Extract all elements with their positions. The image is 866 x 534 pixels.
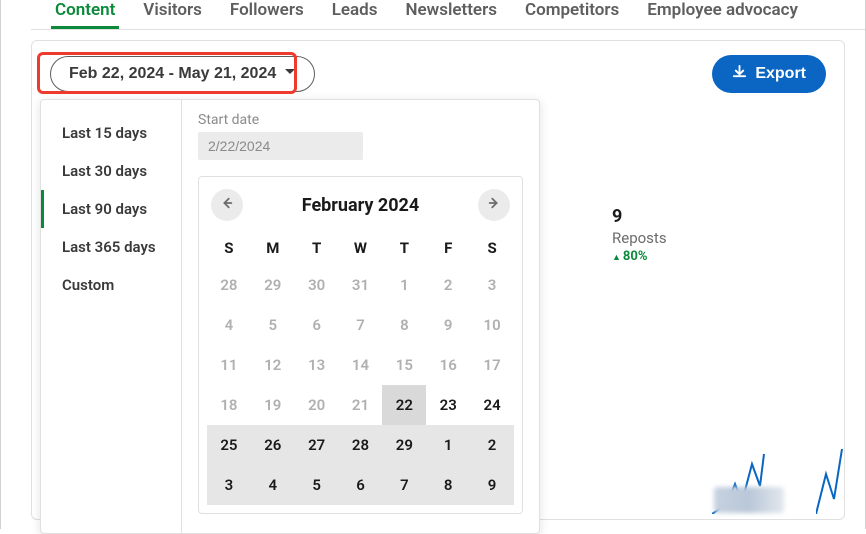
calendar-day[interactable]: 20 — [295, 385, 339, 425]
calendar-prev-button[interactable] — [211, 189, 243, 221]
date-range-label: Feb 22, 2024 - May 21, 2024 — [69, 65, 276, 83]
dow: T — [295, 231, 339, 265]
calendar-next-button[interactable] — [478, 189, 510, 221]
tab-employee-advocacy[interactable]: Employee advocacy — [647, 0, 798, 28]
calendar-day[interactable]: 4 — [251, 465, 295, 505]
calendar-day[interactable]: 2 — [426, 265, 470, 305]
calendar-day[interactable]: 29 — [251, 265, 295, 305]
calendar-day[interactable]: 14 — [339, 345, 383, 385]
calendar-month-title: February 2024 — [302, 195, 419, 216]
calendar-day[interactable]: 4 — [207, 305, 251, 345]
tab-visitors[interactable]: Visitors — [143, 0, 202, 28]
reposts-metric: 9 Reposts 80% — [612, 206, 667, 264]
calendar-dow-row: S M T W T F S — [207, 231, 514, 265]
tab-content[interactable]: Content — [55, 0, 115, 28]
calendar-day[interactable]: 3 — [470, 265, 514, 305]
arrow-right-icon — [487, 196, 501, 215]
export-button[interactable]: Export — [712, 55, 826, 93]
dow: S — [207, 231, 251, 265]
start-date-input[interactable] — [198, 132, 363, 160]
calendar-day[interactable]: 1 — [382, 265, 426, 305]
tab-competitors[interactable]: Competitors — [525, 0, 619, 28]
preset-last-15[interactable]: Last 15 days — [41, 114, 181, 152]
metric-label: Reposts — [612, 229, 667, 247]
calendar-day[interactable]: 22 — [382, 385, 426, 425]
calendar-day[interactable]: 28 — [339, 425, 383, 465]
calendar-day[interactable]: 8 — [426, 465, 470, 505]
calendar-day[interactable]: 9 — [426, 305, 470, 345]
chevron-down-icon — [284, 65, 296, 83]
dow: F — [426, 231, 470, 265]
calendar-day[interactable]: 29 — [382, 425, 426, 465]
calendar-day[interactable]: 25 — [207, 425, 251, 465]
calendar-day[interactable]: 19 — [251, 385, 295, 425]
avatar — [714, 487, 784, 513]
preset-last-90[interactable]: Last 90 days — [41, 190, 181, 228]
calendar-day[interactable]: 10 — [470, 305, 514, 345]
dow: T — [382, 231, 426, 265]
tab-followers[interactable]: Followers — [230, 0, 304, 28]
calendar-day[interactable]: 1 — [426, 425, 470, 465]
calendar-day[interactable]: 5 — [251, 305, 295, 345]
calendar-day[interactable]: 11 — [207, 345, 251, 385]
calendar-day[interactable]: 3 — [207, 465, 251, 505]
calendar-day[interactable]: 5 — [295, 465, 339, 505]
calendar-day[interactable]: 2 — [470, 425, 514, 465]
preset-list: Last 15 days Last 30 days Last 90 days L… — [41, 100, 181, 533]
export-label: Export — [755, 65, 806, 83]
arrow-left-icon — [220, 196, 234, 215]
date-range-popover: Last 15 days Last 30 days Last 90 days L… — [40, 99, 540, 534]
calendar-day[interactable]: 7 — [339, 305, 383, 345]
calendar-day[interactable]: 17 — [470, 345, 514, 385]
download-icon — [732, 64, 747, 84]
calendar-day[interactable]: 30 — [295, 265, 339, 305]
metric-number: 9 — [612, 206, 667, 227]
calendar-card: February 2024 S M T W T F S 28 — [198, 176, 523, 514]
tab-newsletters[interactable]: Newsletters — [405, 0, 496, 28]
analytics-tabs: Content Visitors Followers Leads Newslet… — [31, 0, 865, 30]
content-panel: Feb 22, 2024 - May 21, 2024 Export Last … — [31, 40, 845, 520]
calendar-day[interactable]: 12 — [251, 345, 295, 385]
date-range-button[interactable]: Feb 22, 2024 - May 21, 2024 — [50, 56, 315, 92]
calendar-day[interactable]: 6 — [339, 465, 383, 505]
calendar-day[interactable]: 6 — [295, 305, 339, 345]
panel-toolbar: Feb 22, 2024 - May 21, 2024 Export — [50, 55, 826, 93]
calendar-day[interactable]: 21 — [339, 385, 383, 425]
preset-last-30[interactable]: Last 30 days — [41, 152, 181, 190]
dow: W — [339, 231, 383, 265]
calendar-day[interactable]: 31 — [339, 265, 383, 305]
tab-leads[interactable]: Leads — [332, 0, 378, 28]
calendar-day[interactable]: 24 — [470, 385, 514, 425]
dow: S — [470, 231, 514, 265]
calendar-day[interactable]: 9 — [470, 465, 514, 505]
calendar-day[interactable]: 27 — [295, 425, 339, 465]
dow: M — [251, 231, 295, 265]
preset-custom[interactable]: Custom — [41, 266, 181, 304]
calendar-day[interactable]: 23 — [426, 385, 470, 425]
calendar-day[interactable]: 16 — [426, 345, 470, 385]
preset-last-365[interactable]: Last 365 days — [41, 228, 181, 266]
start-date-label: Start date — [198, 112, 523, 128]
calendar-day[interactable]: 15 — [382, 345, 426, 385]
chart-line-fragment — [816, 444, 846, 514]
calendar-day[interactable]: 7 — [382, 465, 426, 505]
calendar-day[interactable]: 13 — [295, 345, 339, 385]
calendar-day[interactable]: 28 — [207, 265, 251, 305]
calendar-day[interactable]: 18 — [207, 385, 251, 425]
calendar-day[interactable]: 8 — [382, 305, 426, 345]
calendar-body: 2829303112345678910111213141516171819202… — [207, 265, 514, 505]
calendar-day[interactable]: 26 — [251, 425, 295, 465]
metric-delta: 80% — [612, 249, 667, 264]
calendar-column: Start date February 2024 — [181, 100, 539, 533]
